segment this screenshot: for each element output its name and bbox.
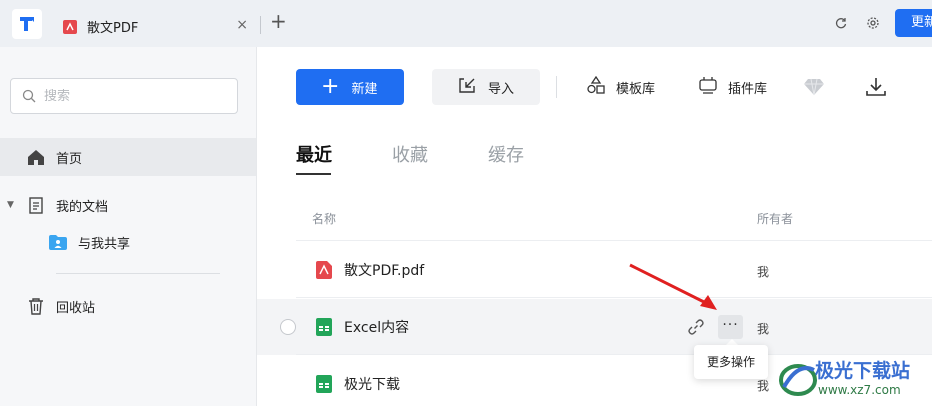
app-logo-icon [20, 17, 34, 31]
refresh-icon[interactable] [832, 14, 850, 32]
new-button-label: 新建 [351, 81, 378, 97]
pdf-file-icon [316, 261, 332, 279]
plugin-icon [698, 76, 718, 98]
tab-close-icon[interactable]: × [236, 17, 248, 33]
document-icon [27, 196, 45, 214]
import-button-label: 导入 [488, 81, 515, 97]
toolbar-divider [556, 76, 557, 98]
spreadsheet-file-icon [316, 318, 332, 336]
sidebar-item-label: 我的文档 [56, 199, 109, 215]
more-actions-button[interactable]: ··· [718, 315, 743, 339]
table-row[interactable]: Excel内容 ··· 我 [257, 299, 932, 355]
tab-label: 散文PDF [87, 21, 139, 36]
sidebar-item-label: 首页 [56, 151, 83, 167]
tab-favorites[interactable]: 收藏 [392, 141, 428, 167]
sidebar-item-home[interactable]: 首页 [0, 138, 256, 176]
import-icon [458, 77, 476, 98]
new-button[interactable]: + 新建 [296, 69, 404, 105]
column-header-name[interactable]: 名称 [312, 210, 336, 227]
watermark-text: 极光下载站 [815, 360, 911, 382]
plugin-library-button[interactable]: 插件库 [698, 69, 767, 105]
template-library-label: 模板库 [616, 81, 656, 97]
tab-recent[interactable]: 最近 [296, 141, 332, 167]
download-icon[interactable] [865, 69, 887, 105]
row-checkbox[interactable] [280, 319, 296, 335]
sidebar-item-my-docs[interactable]: ▼ 我的文档 [0, 186, 256, 224]
link-icon[interactable] [687, 318, 705, 336]
sidebar-divider [56, 273, 220, 274]
more-actions-tooltip: 更多操作 [694, 345, 768, 379]
spreadsheet-file-icon [316, 375, 332, 393]
template-library-button[interactable]: 模板库 [586, 69, 655, 105]
search-icon [22, 89, 36, 103]
column-header-owner[interactable]: 所有者 [757, 210, 793, 227]
sidebar-item-shared[interactable]: 与我共享 [0, 223, 256, 261]
app-logo[interactable] [12, 9, 42, 39]
import-button[interactable]: 导入 [432, 69, 540, 105]
add-tab-button[interactable]: + [270, 11, 287, 31]
tab-document[interactable]: 散文PDF × [48, 6, 258, 47]
title-bar: 散文PDF × + 更新 [0, 0, 932, 47]
file-owner: 我 [757, 379, 770, 393]
active-tab-underline [296, 173, 331, 175]
file-owner: 我 [757, 322, 770, 336]
plus-icon: + [321, 74, 340, 99]
plugin-library-label: 插件库 [728, 81, 768, 97]
table-row[interactable]: 散文PDF.pdf 我 [257, 242, 932, 298]
collapse-triangle-icon[interactable]: ▼ [7, 200, 17, 210]
file-name[interactable]: 散文PDF.pdf [344, 260, 424, 280]
header-divider [296, 240, 932, 241]
search-input[interactable] [44, 88, 214, 104]
template-icon [586, 75, 606, 98]
sidebar-item-label: 回收站 [56, 300, 96, 316]
sidebar-item-trash[interactable]: 回收站 [0, 287, 256, 325]
file-name[interactable]: Excel内容 [344, 317, 409, 337]
settings-icon[interactable] [864, 14, 882, 32]
row-divider [296, 297, 932, 298]
sidebar: 首页 ▼ 我的文档 与我共享 回收站 [0, 47, 257, 406]
diamond-icon[interactable] [803, 69, 825, 105]
search-box[interactable] [10, 78, 238, 114]
update-button[interactable]: 更新 [895, 9, 932, 37]
trash-icon [27, 297, 45, 315]
pdf-icon [63, 19, 77, 34]
watermark-url: www.xz7.com [818, 383, 901, 397]
file-name[interactable]: 极光下载 [344, 374, 400, 394]
annotation-arrow-icon [629, 263, 717, 310]
tab-cache[interactable]: 缓存 [488, 141, 524, 167]
sidebar-item-label: 与我共享 [78, 236, 131, 252]
home-icon [27, 148, 45, 166]
shared-folder-icon [49, 233, 67, 251]
tab-divider [260, 16, 261, 34]
file-owner: 我 [757, 265, 770, 279]
